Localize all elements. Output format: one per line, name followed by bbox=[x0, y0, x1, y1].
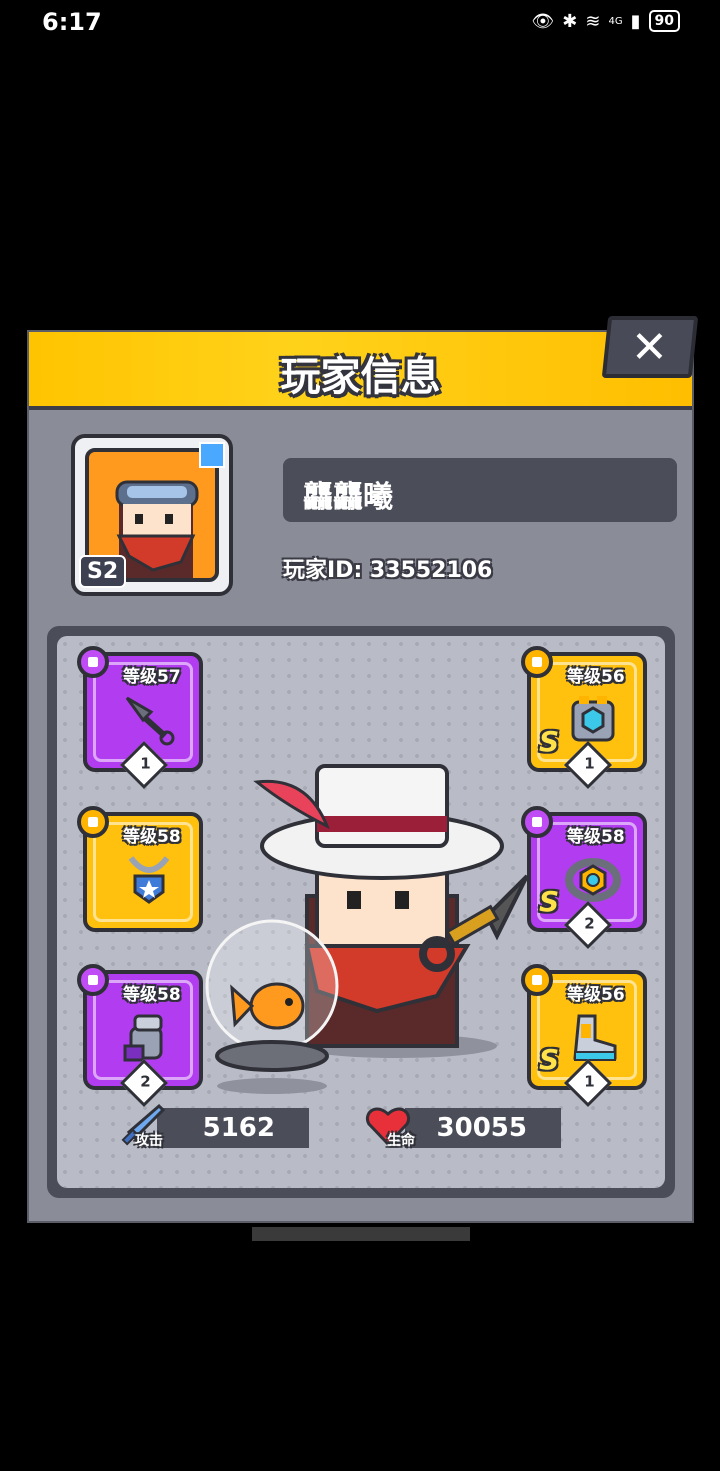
status-time: 6:17 bbox=[42, 8, 102, 36]
glove-icon bbox=[123, 1014, 163, 1062]
equip-slot-gloves[interactable]: 等级58 2 bbox=[77, 964, 203, 1108]
boots-icon bbox=[573, 1014, 617, 1061]
player-info-dialog: 玩家信息 ✕ S2 龘龘曦 玩家ID: 33552106 等级57 1 等级58… bbox=[27, 316, 699, 1223]
equip-level: 等级58 bbox=[567, 827, 625, 847]
kunai-icon bbox=[125, 696, 175, 746]
equipment-display: 等级57 1 等级58 等级58 2 等级56 S 1 等级58 S 2 等级5… bbox=[57, 636, 665, 1188]
equip-slot-belt[interactable]: 等级58 S 2 bbox=[521, 806, 647, 950]
necklace-type-icon bbox=[77, 806, 109, 838]
health-value: 30055 bbox=[436, 1113, 527, 1143]
eye-icon: 👁 bbox=[531, 10, 555, 32]
dialog-title: 玩家信息 bbox=[280, 354, 441, 400]
attack-label: 攻击 bbox=[135, 1133, 163, 1149]
belt-icon bbox=[565, 858, 621, 902]
player-name-field: 龘龘曦 bbox=[283, 458, 677, 522]
equip-level: 等级56 bbox=[567, 667, 625, 687]
attack-value: 5162 bbox=[202, 1113, 275, 1143]
title-banner: 玩家信息 bbox=[29, 332, 692, 410]
equip-slot-weapon[interactable]: 等级57 1 bbox=[77, 646, 203, 790]
equipment-panel: 等级57 1 等级58 等级58 2 等级56 S 1 等级58 S 2 等级5… bbox=[47, 626, 675, 1198]
signal-icon: ▮ bbox=[630, 10, 641, 32]
equip-grade: S bbox=[539, 725, 560, 758]
health-stat: 30055 bbox=[405, 1108, 561, 1148]
network-label: 4G bbox=[608, 15, 623, 27]
background-bar bbox=[252, 1227, 470, 1241]
player-id: 玩家ID: 33552106 bbox=[283, 558, 493, 583]
bluetooth-icon: ✱ bbox=[562, 10, 578, 32]
close-button[interactable]: ✕ bbox=[601, 316, 699, 378]
equip-level: 等级57 bbox=[123, 667, 181, 687]
health-label: 生命 bbox=[387, 1133, 415, 1149]
battery-icon: 90 bbox=[648, 10, 680, 32]
boots-type-icon bbox=[521, 964, 553, 996]
equip-slot-boots[interactable]: 等级56 S 1 bbox=[521, 964, 647, 1108]
equip-level: 等级56 bbox=[567, 985, 625, 1005]
wifi-icon: ≋ bbox=[585, 10, 601, 32]
equip-level: 等级58 bbox=[123, 985, 181, 1005]
player-name: 龘龘曦 bbox=[303, 480, 393, 515]
equip-slot-necklace[interactable]: 等级58 bbox=[77, 806, 203, 932]
season-tag: S2 bbox=[79, 555, 127, 588]
equip-grade: S bbox=[539, 885, 560, 918]
necklace-icon bbox=[128, 856, 170, 904]
pet-goldfish-icon bbox=[205, 919, 339, 1094]
attack-stat: 5162 bbox=[157, 1108, 309, 1148]
glove-type-icon bbox=[77, 964, 109, 996]
equip-level: 等级58 bbox=[123, 827, 181, 847]
armor-type-icon bbox=[521, 646, 553, 678]
equip-slot-armor[interactable]: 等级56 S 1 bbox=[521, 646, 647, 790]
frame-badge-icon bbox=[199, 442, 225, 468]
belt-type-icon bbox=[521, 806, 553, 838]
avatar[interactable]: S2 bbox=[71, 434, 233, 596]
armor-icon bbox=[571, 696, 615, 742]
weapon-type-icon bbox=[77, 646, 109, 678]
status-bar: 6:17 👁 ✱ ≋ 4G ▮ 90 bbox=[0, 0, 720, 48]
equip-grade: S bbox=[539, 1043, 560, 1076]
status-icons: 👁 ✱ ≋ 4G ▮ 90 bbox=[531, 10, 680, 32]
close-icon: ✕ bbox=[630, 322, 668, 373]
